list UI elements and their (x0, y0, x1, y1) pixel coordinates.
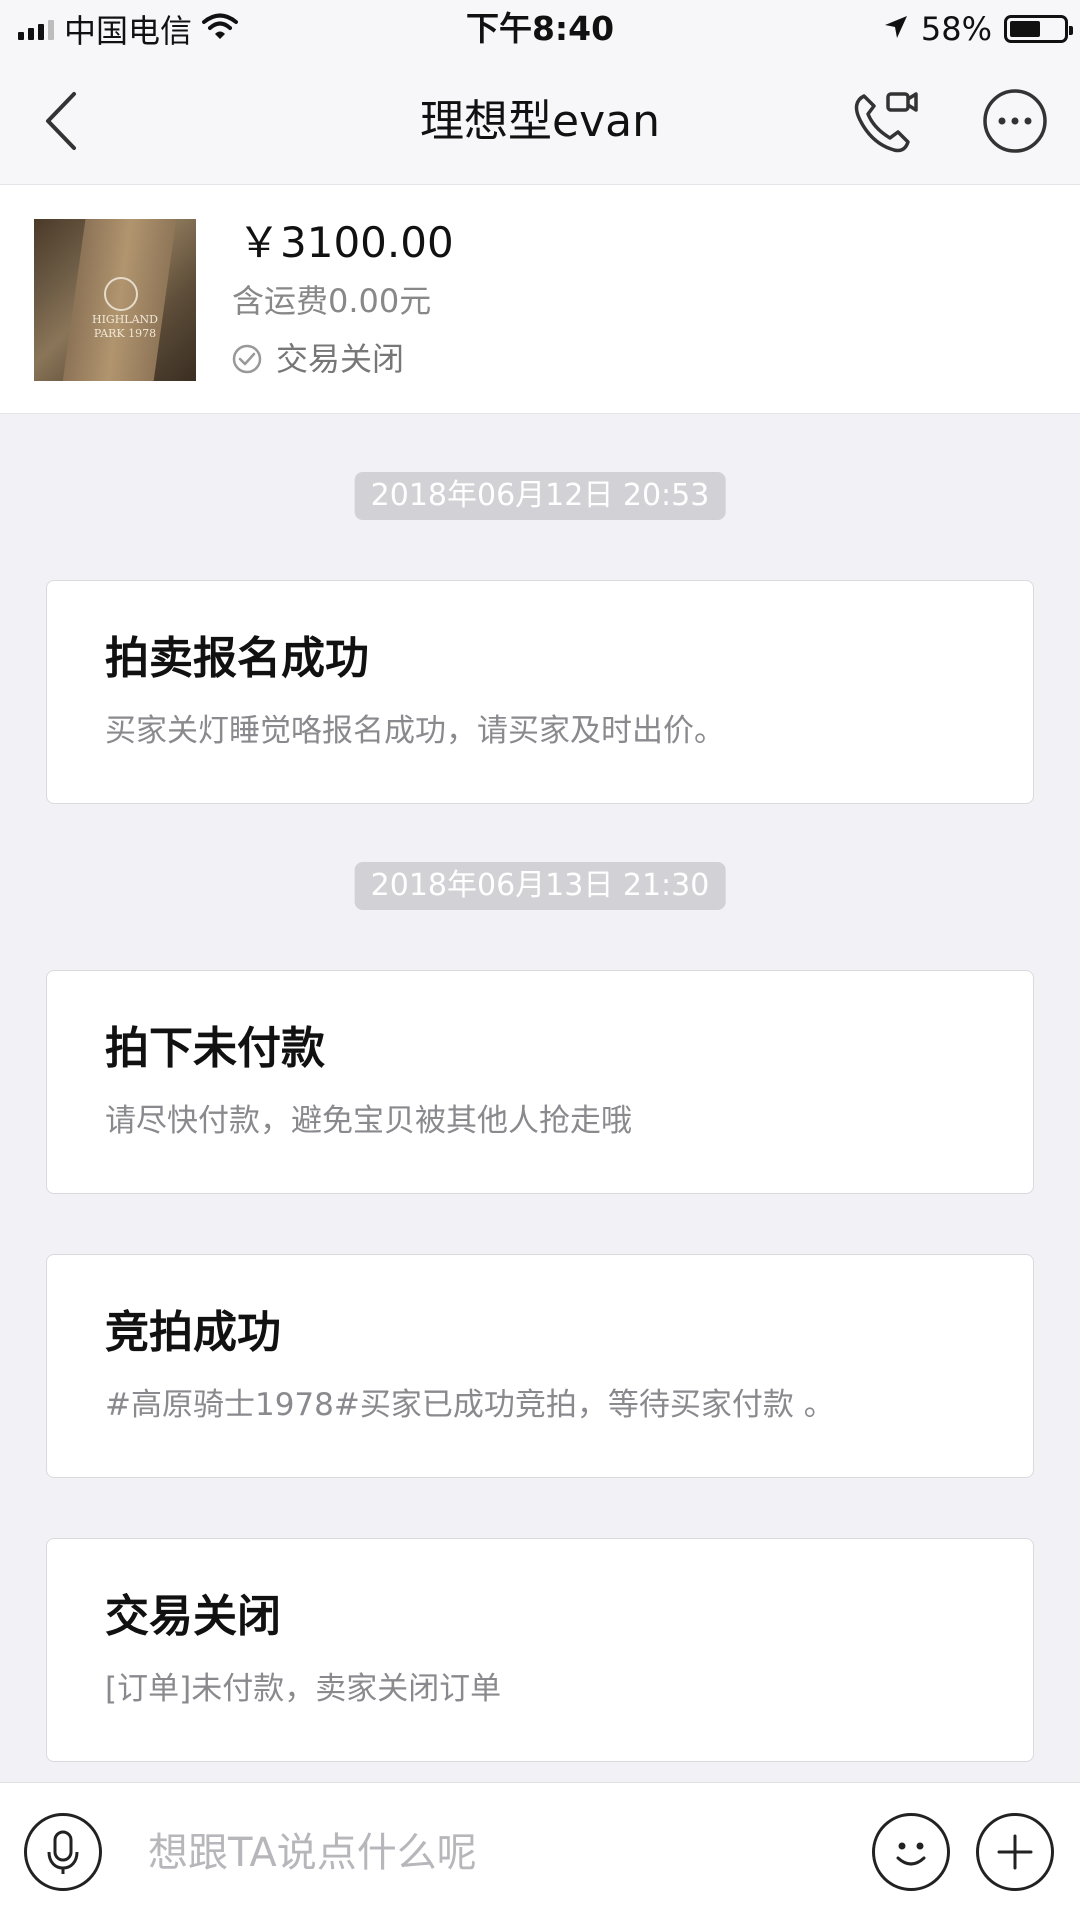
message-body: 买家关灯睡觉咯报名成功，请买家及时出价。 (105, 713, 725, 749)
message-title: 拍下未付款 (105, 1023, 325, 1074)
plus-button[interactable] (976, 1813, 1054, 1891)
message-title: 拍卖报名成功 (105, 633, 369, 684)
message-title: 交易关闭 (105, 1591, 281, 1642)
system-message-card[interactable]: 拍卖报名成功 买家关灯睡觉咯报名成功，请买家及时出价。 (46, 580, 1034, 804)
product-price: ￥3100.00 (238, 218, 454, 267)
more-dots-icon (983, 89, 1047, 153)
timestamp-chip: 2018年06月13日 21:30 (354, 862, 726, 910)
product-thumbnail[interactable]: HIGHLAND PARK 1978 (34, 219, 196, 381)
product-card[interactable]: HIGHLAND PARK 1978 ￥3100.00 含运费0.00元 交易关… (0, 185, 1080, 414)
system-message-card[interactable]: 拍下未付款 请尽快付款，避免宝贝被其他人抢走哦 (46, 970, 1034, 1194)
thumbnail-label: HIGHLAND PARK 1978 (91, 313, 158, 340)
plus-icon (997, 1834, 1033, 1870)
microphone-icon (47, 1830, 79, 1874)
status-right: 58% (883, 8, 1073, 50)
input-bar (0, 1782, 1080, 1921)
shipping-fee: 含运费0.00元 (232, 282, 432, 320)
battery-percent: 58% (920, 10, 992, 48)
message-title: 竞拍成功 (105, 1307, 281, 1358)
location-arrow-icon (883, 10, 909, 48)
system-message-card[interactable]: 竞拍成功 #高原骑士1978#买家已成功竞拍，等待买家付款 。 (46, 1254, 1034, 1478)
bottle-emblem-icon (104, 277, 138, 311)
timestamp-chip: 2018年06月12日 20:53 (354, 472, 726, 520)
system-message-card[interactable]: 交易关闭 [订单]未付款，卖家关闭订单 (46, 1538, 1034, 1762)
message-input[interactable] (146, 1813, 850, 1893)
message-body: 请尽快付款，避免宝贝被其他人抢走哦 (105, 1103, 632, 1139)
battery-icon (1004, 15, 1073, 43)
status-bar: 中国电信 下午8:40 58% (0, 0, 1080, 58)
message-body: #高原骑士1978#买家已成功竞拍，等待买家付款 。 (105, 1387, 835, 1423)
video-call-icon (854, 92, 918, 153)
order-status-label: 交易关闭 (276, 340, 405, 378)
battery-fill (1010, 21, 1040, 37)
more-button[interactable] (982, 88, 1048, 154)
emoji-button[interactable] (872, 1813, 950, 1891)
battery-nub (1069, 26, 1073, 35)
voice-button[interactable] (24, 1813, 102, 1891)
order-status: 交易关闭 (232, 337, 404, 381)
video-call-button[interactable] (850, 88, 920, 154)
message-body: [订单]未付款，卖家关闭订单 (105, 1671, 502, 1707)
check-circle-icon (232, 344, 262, 374)
nav-bar: 理想型evan (0, 58, 1080, 185)
emoji-icon (896, 1842, 926, 1866)
